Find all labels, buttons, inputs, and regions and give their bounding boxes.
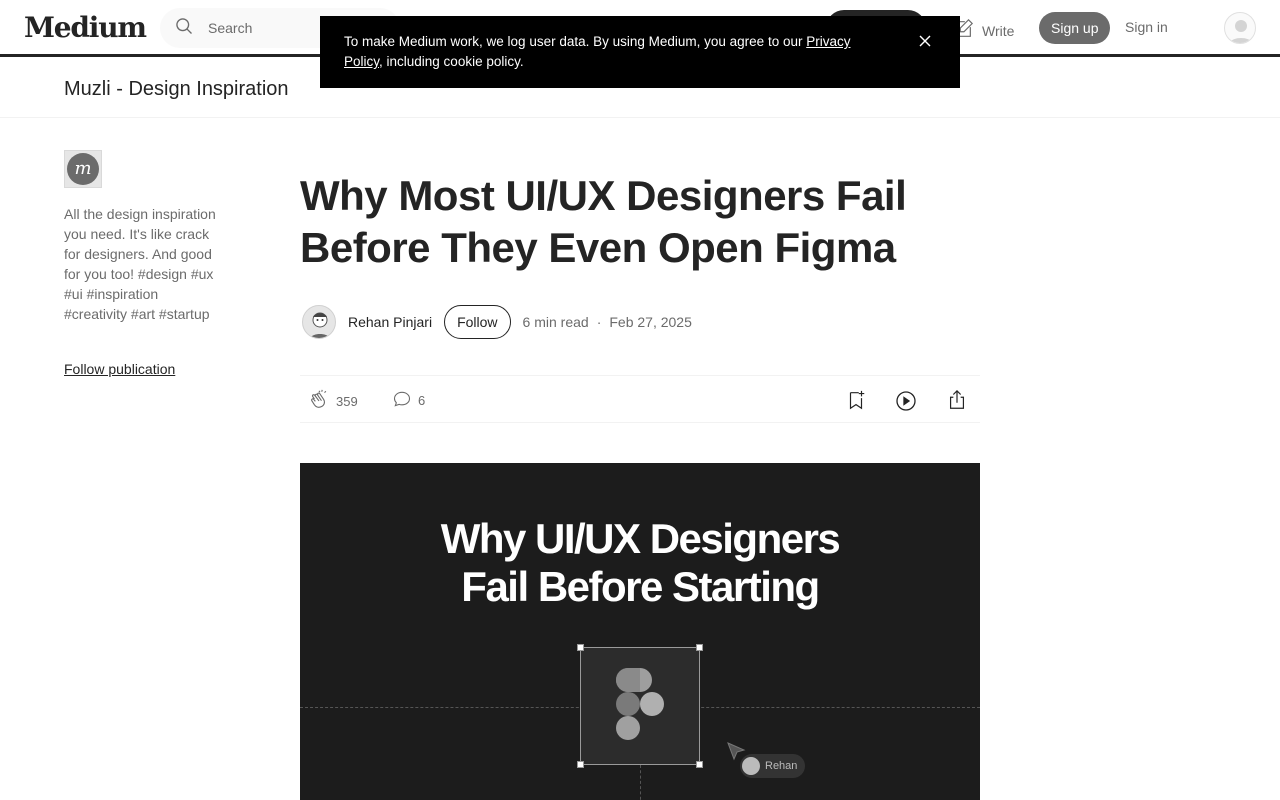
listen-button[interactable] xyxy=(894,389,918,416)
bookmark-button[interactable] xyxy=(845,389,867,414)
follow-publication-link[interactable]: Follow publication xyxy=(64,361,175,377)
article-action-bar: 359 6 xyxy=(300,375,980,423)
hero-image: Why UI/UX Designers Fail Before Starting… xyxy=(300,463,980,800)
cookie-text: To make Medium work, we log user data. B… xyxy=(344,34,851,69)
cursor-name-tag: Rehan xyxy=(740,754,806,778)
meta-separator: · xyxy=(596,314,602,330)
write-button[interactable]: Write xyxy=(952,18,1014,43)
search-icon xyxy=(174,16,194,41)
tag-avatar xyxy=(742,757,760,775)
user-avatar-icon[interactable] xyxy=(1224,12,1256,44)
article-title: Why Most UI/UX Designers Fail Before The… xyxy=(300,172,907,271)
cookie-banner: To make Medium work, we log user data. B… xyxy=(320,16,960,88)
close-icon[interactable] xyxy=(918,34,934,50)
publication-logo[interactable]: m xyxy=(64,150,102,188)
clap-button[interactable]: 359 xyxy=(308,389,358,414)
hero-title: Why UI/UX Designers Fail Before Starting xyxy=(440,515,841,610)
publication-name[interactable]: Muzli - Design Inspiration xyxy=(64,78,289,101)
sign-up-button[interactable]: Sign up xyxy=(1039,12,1111,44)
author-avatar[interactable] xyxy=(302,305,336,339)
article-byline: Rehan Pinjari Follow 6 min read · Feb 27… xyxy=(300,304,980,340)
clap-icon xyxy=(308,389,330,414)
response-count: 6 xyxy=(418,393,426,408)
publication-description: All the design inspiration you need. It'… xyxy=(64,206,216,322)
author-name[interactable]: Rehan Pinjari xyxy=(348,314,432,330)
play-icon xyxy=(894,389,918,416)
figma-logo-frame xyxy=(577,644,703,768)
medium-logo[interactable]: Medium xyxy=(24,11,147,44)
read-time: 6 min read xyxy=(522,314,589,330)
hero-guide-vertical xyxy=(640,765,641,800)
share-icon xyxy=(946,389,968,414)
write-label: Write xyxy=(982,22,1015,39)
bookmark-icon xyxy=(845,389,867,414)
comment-icon xyxy=(392,389,412,412)
share-button[interactable] xyxy=(946,389,968,414)
publication-logo-letter: m xyxy=(67,153,99,185)
follow-author-button[interactable]: Follow xyxy=(444,305,511,339)
figma-icon xyxy=(616,668,664,740)
clap-count: 359 xyxy=(336,394,358,409)
responses-button[interactable]: 6 xyxy=(392,389,425,412)
publish-date: Feb 27, 2025 xyxy=(609,314,692,330)
sign-in-link[interactable]: Sign in xyxy=(1125,19,1168,35)
